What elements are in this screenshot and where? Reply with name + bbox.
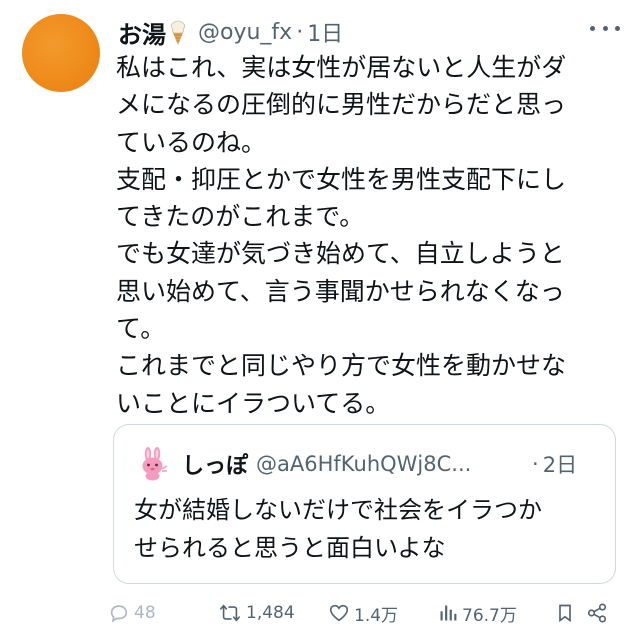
- tweet-body: 私はこれ、実は女性が居ないと人生がダ メになるの圧倒的に男性だからだと思っ てい…: [116, 49, 626, 422]
- reply-button[interactable]: 48: [108, 598, 156, 628]
- tweet-body-line: これまでと同じやり方で女性を動かせな: [116, 351, 567, 381]
- retweet-icon: [220, 604, 240, 622]
- tweet-time[interactable]: 1日: [307, 16, 343, 48]
- retweet-button[interactable]: 1,484: [218, 598, 295, 628]
- tweet-body-line: 支配・抑圧とかで女性を男性支配下にし: [116, 164, 567, 194]
- views-count: 76.7万: [462, 605, 517, 626]
- more-options-icon[interactable]: [590, 18, 620, 38]
- author-handle[interactable]: @oyu_fx: [198, 20, 292, 45]
- views-button[interactable]: 76.7万: [438, 598, 517, 628]
- quoted-tweet-time[interactable]: 2日: [543, 449, 577, 479]
- soft-ice-cream-icon: [168, 18, 188, 46]
- quoted-tweet[interactable]: しっぽ @aA6HfKuhQWj8C... · 2日 女が結婚しないだけで社会を…: [113, 424, 616, 584]
- bookmark-button[interactable]: [555, 598, 575, 628]
- pink-rabbit-icon[interactable]: [136, 447, 170, 481]
- quoted-author-handle[interactable]: @aA6HfKuhQWj8C...: [256, 452, 524, 476]
- tweet-header: お湯 @oyu_fx · 1日: [118, 14, 343, 50]
- like-count: 1.4万: [354, 605, 399, 626]
- quoted-author-display-name[interactable]: しっぽ: [182, 448, 248, 480]
- tweet-body-line: ているのね。: [116, 127, 267, 157]
- quoted-tweet-body: 女が結婚しないだけで社会をイラつか せられると思うと面白いよな: [134, 491, 604, 567]
- tweet-body-line: でも女達が気づき始めて、自立しようと: [116, 239, 565, 269]
- separator-dot: ·: [296, 19, 304, 45]
- author-display-name[interactable]: お湯: [118, 15, 166, 50]
- like-button[interactable]: 1.4万: [328, 598, 398, 628]
- bookmark-icon: [559, 604, 571, 623]
- tweet-body-line: てきたのがこれまで。: [116, 202, 365, 232]
- reply-count: 48: [134, 603, 156, 623]
- share-icon: [587, 603, 607, 623]
- tweet-body-line: て。: [116, 314, 166, 344]
- quoted-tweet-separator: ·: [532, 452, 539, 476]
- tweet[interactable]: お湯 @oyu_fx · 1日 私はこれ、実は女性が居ないと人生がダ メになるの…: [0, 0, 640, 633]
- analytics-icon: [440, 605, 457, 621]
- quoted-body-line: 女が結婚しないだけで社会をイラつか: [134, 496, 542, 524]
- tweet-body-line: メになるの圧倒的に男性だからだと思っ: [116, 90, 567, 120]
- author-avatar[interactable]: [22, 14, 100, 92]
- tweet-actions: 48 1,484 1.4万 76.7万: [108, 598, 623, 628]
- retweet-count: 1,484: [246, 603, 295, 623]
- share-button[interactable]: [586, 598, 608, 628]
- tweet-body-line: いことにイラついてる。: [116, 388, 391, 418]
- tweet-body-line: 私はこれ、実は女性が居ないと人生がダ: [116, 53, 567, 82]
- heart-icon: [329, 604, 349, 622]
- quoted-tweet-header: しっぽ @aA6HfKuhQWj8C... · 2日: [136, 445, 577, 483]
- tweet-body-line: 思い始めて、言う事聞かせられなくなっ: [116, 276, 565, 306]
- reply-icon: [110, 605, 128, 623]
- quoted-body-line: せられると思うと面白いよな: [134, 534, 446, 562]
